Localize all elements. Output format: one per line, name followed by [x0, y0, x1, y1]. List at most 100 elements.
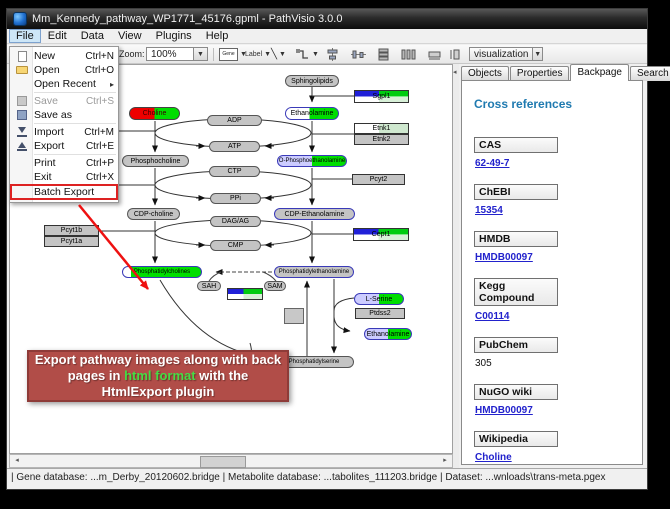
pathway-node-choline-top[interactable]: Choline — [129, 107, 180, 120]
pathway-node-ethanolamine-top[interactable]: Ethanolamine — [285, 107, 339, 120]
menu-item-shortcut: Ctrl+S — [86, 96, 114, 107]
cross-references-heading: Cross references — [474, 97, 630, 111]
menubar-item-data[interactable]: Data — [74, 29, 111, 43]
menu-item-import[interactable]: ImportCtrl+M — [10, 125, 118, 139]
new-file-icon — [12, 51, 32, 62]
menubar-item-view[interactable]: View — [111, 29, 149, 43]
align-center-button[interactable] — [325, 47, 340, 61]
menu-item-shortcut: Ctrl+N — [85, 51, 114, 62]
pathway-node-etnk1[interactable]: Etnk1 — [354, 123, 409, 134]
node-label: Ethanolamine — [291, 110, 334, 117]
pathway-node-sgpl1[interactable]: Sgpl1 — [354, 90, 409, 103]
pathway-node-phosphatidylcholines[interactable]: Phosphatidylcholines — [122, 266, 202, 278]
chevron-down-icon[interactable]: ▼ — [312, 51, 319, 58]
draw-connector-button[interactable]: ▼ — [295, 47, 319, 61]
align-middle-button[interactable] — [351, 47, 366, 61]
node-label: Choline — [143, 110, 167, 117]
menu-item-export[interactable]: ExportCtrl+E — [10, 139, 118, 153]
chevron-down-icon[interactable]: ▼ — [532, 48, 542, 60]
stack-vertical-button[interactable] — [376, 47, 391, 61]
add-gene-button[interactable]: Gene ▼ — [219, 47, 247, 61]
canvas-horizontal-scrollbar[interactable]: ◂ ▸ — [9, 454, 453, 468]
callout-highlight: html format — [124, 368, 196, 383]
stack-vertical-icon — [376, 48, 391, 61]
scale-width-button[interactable] — [427, 47, 442, 61]
menu-item-open-recent[interactable]: Open Recent▸ — [10, 77, 118, 91]
pathway-node-sah[interactable]: SAH — [197, 281, 221, 291]
pathway-node-pcyt1a[interactable]: Pcyt1a — [44, 236, 99, 247]
xref-link-nugo-wiki[interactable]: HMDB00097 — [475, 405, 630, 416]
zoom-combobox[interactable]: 100% ▼ — [146, 47, 208, 61]
pathway-node-dag[interactable]: DAG/AG — [210, 216, 261, 227]
xref-link-hmdb[interactable]: HMDB00097 — [475, 252, 630, 263]
menu-item-print[interactable]: PrintCtrl+P — [10, 156, 118, 170]
backpage-panel: Cross references CAS62-49-7ChEBI15354HMD… — [461, 80, 643, 465]
zoom-label: Zoom: — [119, 47, 145, 61]
scale-width-icon — [427, 48, 442, 61]
scrollbar-thumb[interactable] — [200, 456, 246, 468]
menu-item-label: Import — [34, 126, 84, 138]
pathway-node-cmp[interactable]: CMP — [210, 240, 261, 251]
menubar-item-plugins[interactable]: Plugins — [149, 29, 199, 43]
pathway-node-adp[interactable]: ADP — [207, 115, 262, 126]
draw-line-button[interactable]: ╲ ▼ — [271, 47, 286, 61]
annotation-callout: Export pathway images along with back pa… — [27, 350, 289, 402]
pathway-node-sphingolipids[interactable]: Sphingolipids — [285, 75, 339, 87]
pathway-node-cdp-ethanolamine[interactable]: CDP-Ethanolamine — [274, 208, 355, 220]
pathway-node-cept1[interactable]: Cept1 — [353, 228, 409, 241]
xref-link-cas[interactable]: 62-49-7 — [475, 158, 630, 169]
scale-height-button[interactable] — [449, 47, 464, 61]
chevron-down-icon[interactable]: ▼ — [279, 51, 286, 58]
node-label: Phosphocholine — [131, 158, 181, 165]
pathway-node-phosphatidylethanolamine[interactable]: Phosphatidylethanolamine — [274, 266, 354, 278]
menubar-item-help[interactable]: Help — [199, 29, 236, 43]
xref-header-nugo-wiki: NuGO wiki — [474, 384, 558, 400]
pathway-node-pcyt2[interactable]: Pcyt2 — [352, 174, 405, 185]
save-as-icon — [12, 110, 32, 120]
pathway-node-cdp-choline[interactable]: CDP-choline — [127, 208, 180, 220]
pathway-node-ppi[interactable]: PPi — [210, 193, 261, 204]
pathway-node-ethanolamine-bottom[interactable]: Ethanolamine — [364, 328, 412, 340]
xref-link-kegg-compound[interactable]: C00114 — [475, 311, 630, 322]
menu-item-label: Export — [34, 140, 86, 152]
menu-item-new[interactable]: NewCtrl+N — [10, 49, 118, 63]
xref-link-chebi[interactable]: 15354 — [475, 205, 630, 216]
xref-link-wikipedia[interactable]: Choline — [475, 452, 630, 463]
pathway-node-ptdss2[interactable]: Ptdss2 — [355, 308, 405, 319]
pathway-node-l-serine[interactable]: L-Serine — [354, 293, 404, 305]
scroll-right-icon[interactable]: ▸ — [439, 456, 451, 466]
menu-item-open[interactable]: OpenCtrl+O — [10, 63, 118, 77]
node-label: SAH — [202, 283, 216, 290]
collapse-arrow-icon[interactable]: ◂ — [453, 68, 457, 76]
pathway-node-sam[interactable]: SAM — [264, 281, 286, 291]
stack-horizontal-button[interactable] — [401, 47, 416, 61]
pathway-node-gene-partial[interactable] — [227, 288, 263, 300]
pathway-node-atp[interactable]: ATP — [209, 141, 260, 152]
pathway-node-phosphocholine[interactable]: Phosphocholine — [122, 155, 189, 167]
menu-item-save[interactable]: SaveCtrl+S — [10, 94, 118, 108]
node-label: Sgpl1 — [373, 93, 391, 100]
pathway-node-o-phosphoethanolamine[interactable]: O-Phosphoethanolamine — [277, 155, 347, 167]
pathway-node-ctp[interactable]: CTP — [209, 166, 260, 177]
line-icon: ╲ — [271, 49, 277, 60]
menu-item-exit[interactable]: ExitCtrl+X — [10, 170, 118, 184]
pathway-node-etnk2[interactable]: Etnk2 — [354, 134, 409, 145]
add-label-button[interactable]: Label ▼ — [245, 47, 271, 61]
tab-properties[interactable]: Properties — [510, 66, 570, 81]
scroll-left-icon[interactable]: ◂ — [11, 456, 23, 466]
menubar-item-edit[interactable]: Edit — [41, 29, 74, 43]
pathway-node-gray-box[interactable] — [284, 308, 304, 324]
tab-search[interactable]: Search — [630, 66, 670, 81]
tab-backpage[interactable]: Backpage — [570, 64, 628, 81]
pathway-node-pcyt1b[interactable]: Pcyt1b — [44, 225, 99, 236]
scale-height-icon — [449, 48, 464, 61]
menubar-item-file[interactable]: File — [9, 29, 41, 43]
submenu-arrow-icon: ▸ — [110, 80, 114, 89]
chevron-down-icon[interactable]: ▼ — [193, 48, 207, 60]
xref-header-hmdb: HMDB — [474, 231, 558, 247]
menu-item-save-as[interactable]: Save as — [10, 108, 118, 122]
menu-item-batch-export[interactable]: Batch Export — [10, 184, 118, 200]
file-menu: NewCtrl+NOpenCtrl+OOpen Recent▸ SaveCtrl+… — [9, 46, 119, 203]
visualization-combobox[interactable]: visualization ▼ — [469, 47, 543, 61]
tab-objects[interactable]: Objects — [461, 66, 509, 81]
